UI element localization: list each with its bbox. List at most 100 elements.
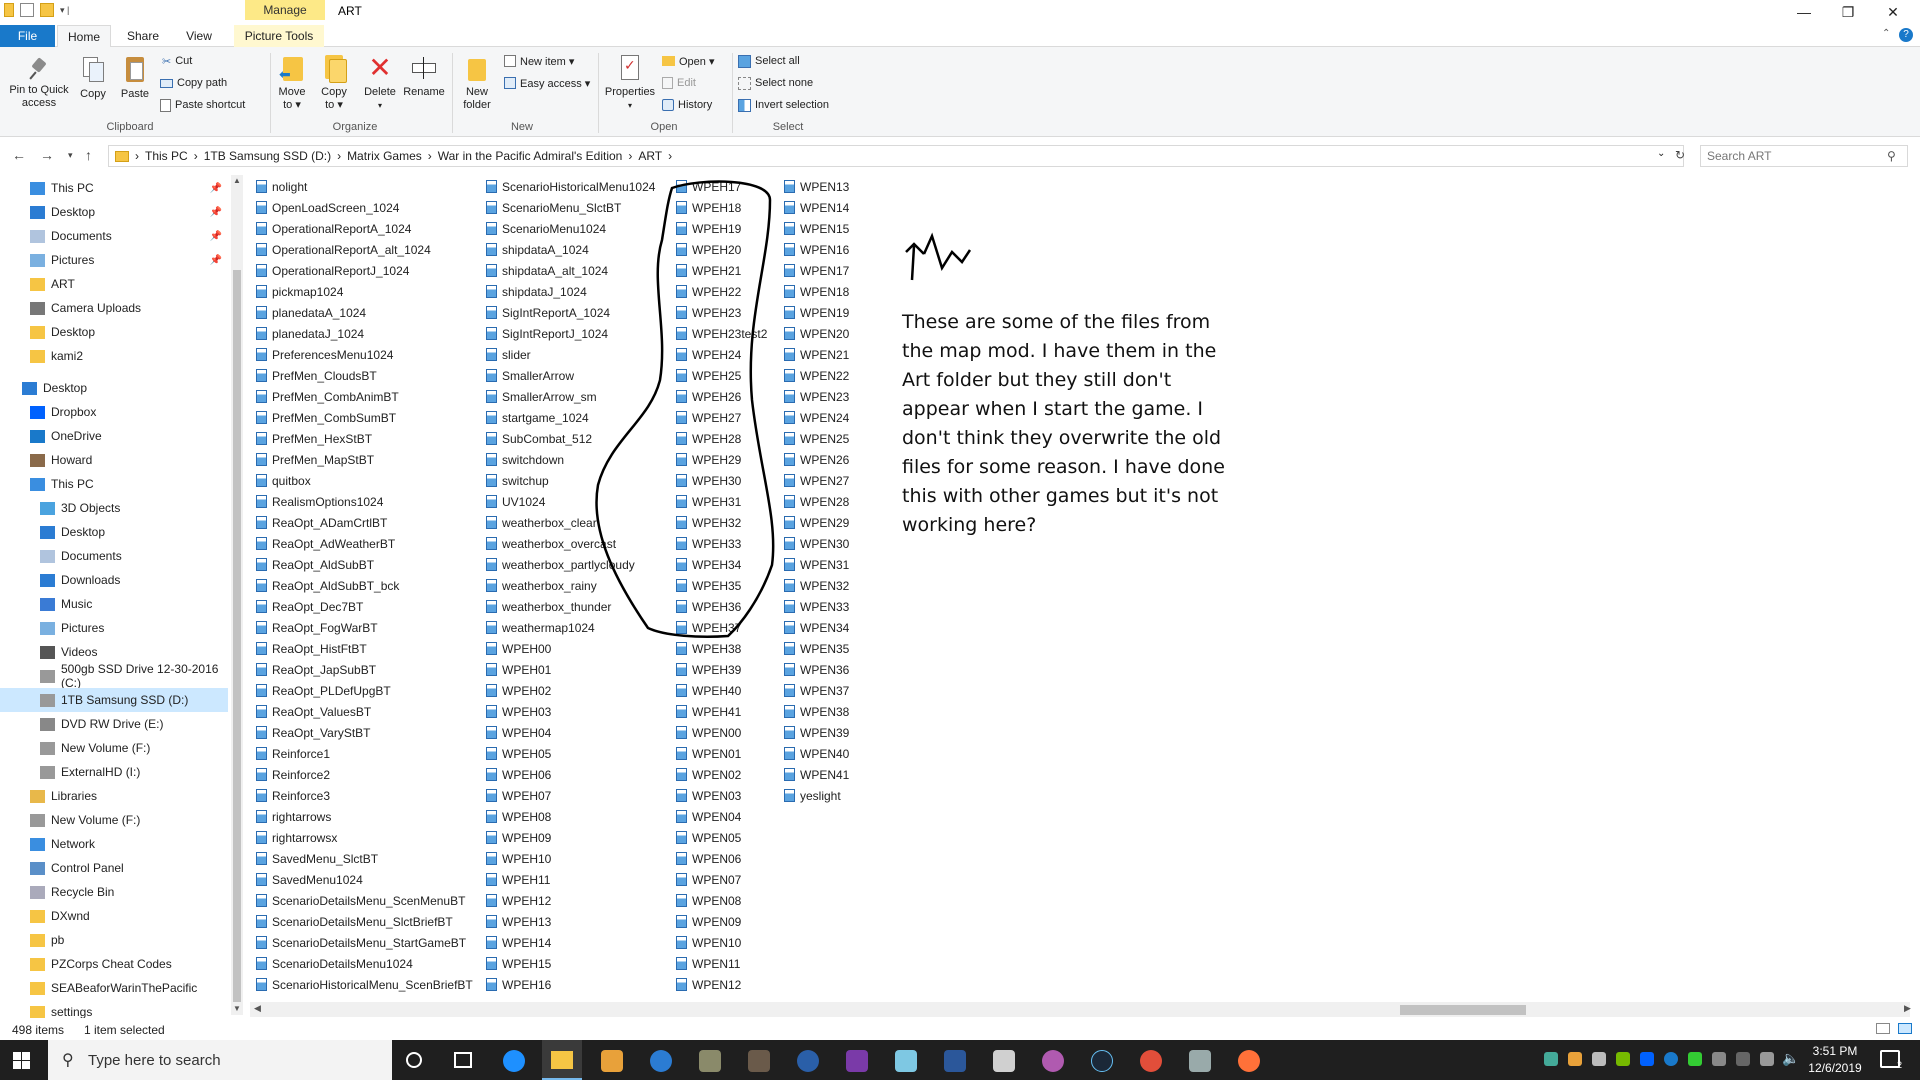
refresh-icon[interactable]: ↻ bbox=[1675, 148, 1685, 162]
file-item[interactable]: WPEN02 bbox=[676, 764, 767, 785]
nav-item[interactable]: kami2 bbox=[0, 344, 228, 368]
dropbox-tray-icon[interactable] bbox=[1640, 1052, 1654, 1066]
paste-button[interactable]: Paste bbox=[118, 55, 152, 101]
file-item[interactable]: planedataJ_1024 bbox=[256, 323, 473, 344]
file-item[interactable]: RealismOptions1024 bbox=[256, 491, 473, 512]
steam-icon[interactable] bbox=[1091, 1050, 1113, 1072]
nav-item[interactable]: OneDrive bbox=[0, 424, 228, 448]
file-item[interactable]: switchup bbox=[486, 470, 655, 491]
file-item[interactable]: WPEH13 bbox=[486, 911, 655, 932]
nav-item[interactable]: Desktop bbox=[0, 376, 228, 400]
file-item[interactable]: SigIntReportA_1024 bbox=[486, 302, 655, 323]
file-item[interactable]: ScenarioMenu_SlctBT bbox=[486, 197, 655, 218]
amazon-music-icon[interactable] bbox=[846, 1050, 868, 1072]
back-arrow-icon[interactable]: ← bbox=[12, 147, 26, 163]
app-icon[interactable] bbox=[1189, 1050, 1211, 1072]
file-item[interactable]: WPEN09 bbox=[676, 911, 767, 932]
nav-item[interactable]: Howard bbox=[0, 448, 228, 472]
file-item[interactable]: WPEH20 bbox=[676, 239, 767, 260]
file-item[interactable]: ReaOpt_FogWarBT bbox=[256, 617, 473, 638]
file-item[interactable]: WPEH37 bbox=[676, 617, 767, 638]
file-item[interactable]: OperationalReportA_1024 bbox=[256, 218, 473, 239]
file-item[interactable]: nolight bbox=[256, 176, 473, 197]
nav-item[interactable]: DVD RW Drive (E:) bbox=[0, 712, 228, 736]
pin-to-quick-access-button[interactable]: Pin to Quick access bbox=[6, 57, 72, 110]
file-item[interactable]: ReaOpt_JapSubBT bbox=[256, 659, 473, 680]
file-item[interactable]: ReaOpt_Dec7BT bbox=[256, 596, 473, 617]
file-item[interactable]: WPEN06 bbox=[676, 848, 767, 869]
file-item[interactable]: WPEN03 bbox=[676, 785, 767, 806]
file-item[interactable]: startgame_1024 bbox=[486, 407, 655, 428]
new-folder-icon[interactable] bbox=[40, 3, 54, 17]
move-to-button[interactable]: ⬅ Move to ▾ bbox=[272, 53, 312, 112]
tab-manage[interactable]: Manage bbox=[245, 0, 325, 20]
file-item[interactable]: WPEN20 bbox=[784, 323, 849, 344]
file-item[interactable]: WPEH36 bbox=[676, 596, 767, 617]
file-item[interactable]: WPEN38 bbox=[784, 701, 849, 722]
file-item[interactable]: ReaOpt_ValuesBT bbox=[256, 701, 473, 722]
cortana-icon[interactable] bbox=[406, 1052, 422, 1068]
keyboard-icon[interactable] bbox=[1712, 1052, 1726, 1066]
breadcrumb-witp-ae[interactable]: War in the Pacific Admiral's Edition bbox=[438, 149, 623, 163]
file-item[interactable]: ReaOpt_HistFtBT bbox=[256, 638, 473, 659]
word-icon[interactable] bbox=[944, 1050, 966, 1072]
file-item[interactable]: WPEN22 bbox=[784, 365, 849, 386]
file-item[interactable]: rightarrowsx bbox=[256, 827, 473, 848]
file-item[interactable]: WPEN31 bbox=[784, 554, 849, 575]
file-item[interactable]: ScenarioMenu1024 bbox=[486, 218, 655, 239]
file-item[interactable]: WPEH41 bbox=[676, 701, 767, 722]
file-item[interactable]: SubCombat_512 bbox=[486, 428, 655, 449]
file-item[interactable]: PrefMen_CombAnimBT bbox=[256, 386, 473, 407]
file-item[interactable]: PrefMen_MapStBT bbox=[256, 449, 473, 470]
file-item[interactable]: slider bbox=[486, 344, 655, 365]
cut-button[interactable]: ✂ Cut bbox=[162, 53, 192, 69]
file-item[interactable]: WPEH30 bbox=[676, 470, 767, 491]
file-item[interactable]: WPEH19 bbox=[676, 218, 767, 239]
file-item[interactable]: WPEH04 bbox=[486, 722, 655, 743]
file-item[interactable]: PrefMen_CombSumBT bbox=[256, 407, 473, 428]
file-item[interactable]: SigIntReportJ_1024 bbox=[486, 323, 655, 344]
file-item[interactable]: switchdown bbox=[486, 449, 655, 470]
file-item[interactable]: pickmap1024 bbox=[256, 281, 473, 302]
edge-icon[interactable] bbox=[503, 1050, 525, 1072]
file-item[interactable]: ScenarioDetailsMenu1024 bbox=[256, 953, 473, 974]
nav-item[interactable]: Network bbox=[0, 832, 228, 856]
nav-item[interactable]: DXwnd bbox=[0, 904, 228, 928]
file-item[interactable]: WPEH17 bbox=[676, 176, 767, 197]
search-box[interactable]: ⚲ bbox=[1700, 145, 1908, 167]
file-item[interactable]: WPEH28 bbox=[676, 428, 767, 449]
file-item[interactable]: ReaOpt_PLDefUpgBT bbox=[256, 680, 473, 701]
scroll-right-icon[interactable]: ▶ bbox=[1904, 1003, 1911, 1014]
file-item[interactable]: ReaOpt_ADamCrtlBT bbox=[256, 512, 473, 533]
file-item[interactable]: WPEN05 bbox=[676, 827, 767, 848]
file-item[interactable]: weatherbox_rainy bbox=[486, 575, 655, 596]
file-item[interactable]: SmallerArrow bbox=[486, 365, 655, 386]
file-item[interactable]: WPEH22 bbox=[676, 281, 767, 302]
nav-item[interactable]: Dropbox bbox=[0, 400, 228, 424]
file-item[interactable]: WPEH09 bbox=[486, 827, 655, 848]
file-item[interactable]: OperationalReportJ_1024 bbox=[256, 260, 473, 281]
firefox-icon[interactable] bbox=[1238, 1050, 1260, 1072]
details-view-icon[interactable] bbox=[1876, 1023, 1890, 1034]
file-item[interactable]: WPEN40 bbox=[784, 743, 849, 764]
file-item[interactable]: WPEH25 bbox=[676, 365, 767, 386]
nav-item[interactable]: Downloads bbox=[0, 568, 228, 592]
file-item[interactable]: WPEH08 bbox=[486, 806, 655, 827]
file-item[interactable]: WPEN12 bbox=[676, 974, 767, 995]
pinned-icon[interactable]: 📌 bbox=[210, 183, 222, 194]
tray-icon[interactable] bbox=[1568, 1052, 1582, 1066]
file-item[interactable]: WPEH32 bbox=[676, 512, 767, 533]
file-item[interactable]: WPEN25 bbox=[784, 428, 849, 449]
horizontal-scrollbar[interactable] bbox=[250, 1002, 1910, 1017]
tab-share[interactable]: Share bbox=[121, 25, 165, 47]
nav-item[interactable]: This PC 📌 bbox=[0, 176, 228, 200]
paste-shortcut-button[interactable]: Paste shortcut bbox=[160, 97, 245, 113]
file-item[interactable]: WPEH18 bbox=[676, 197, 767, 218]
scroll-up-icon[interactable]: ▲ bbox=[233, 176, 241, 185]
file-item[interactable]: ScenarioHistoricalMenu_ScenBriefBT bbox=[256, 974, 473, 995]
file-item[interactable]: UV1024 bbox=[486, 491, 655, 512]
horizontal-scrollbar-thumb[interactable] bbox=[1400, 1005, 1526, 1015]
nav-item[interactable]: New Volume (F:) bbox=[0, 808, 228, 832]
close-button[interactable]: ✕ bbox=[1873, 2, 1913, 22]
maximize-button[interactable]: ❐ bbox=[1828, 2, 1868, 22]
